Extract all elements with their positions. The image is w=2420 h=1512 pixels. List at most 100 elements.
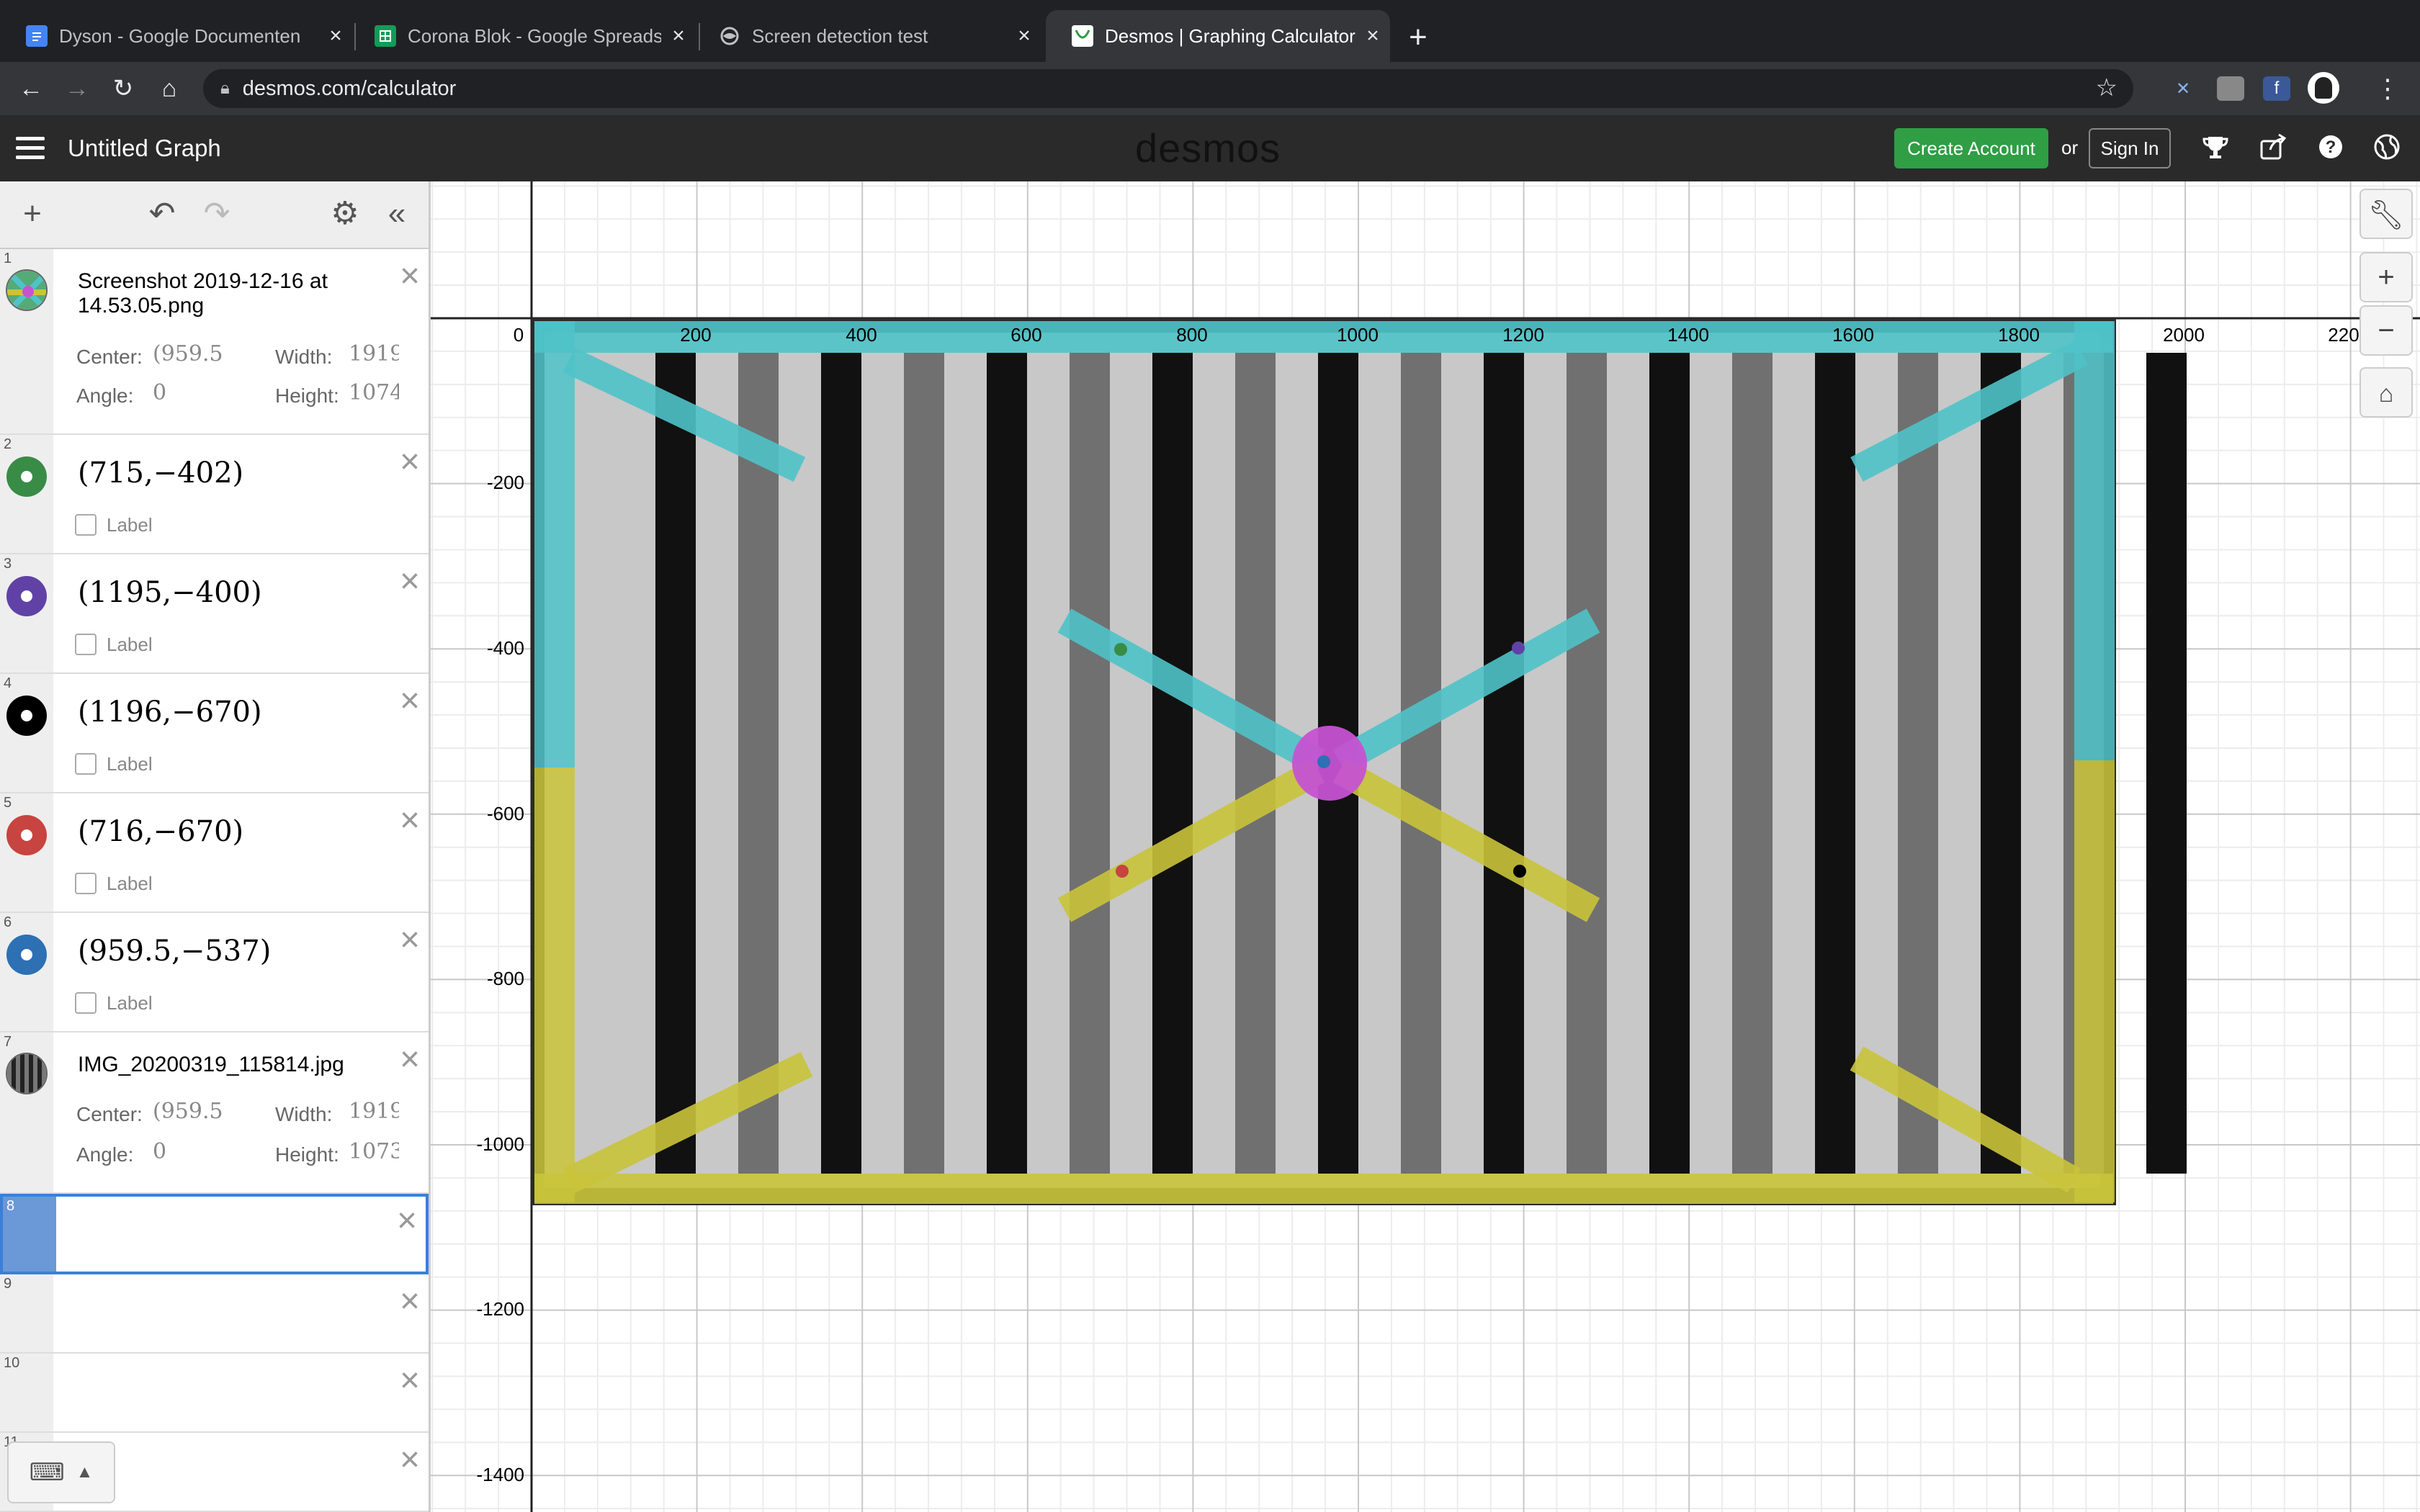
expression-input-9[interactable]: 9 × bbox=[0, 1274, 429, 1354]
delete-expression-icon[interactable]: × bbox=[400, 1443, 420, 1477]
bookmark-star-icon[interactable]: ☆ bbox=[2096, 73, 2118, 102]
point-716-neg670[interactable] bbox=[1116, 865, 1129, 878]
extension-card-icon[interactable] bbox=[2217, 76, 2244, 101]
tab-screen-detection[interactable]: Screen detection test × bbox=[693, 10, 1041, 62]
label-checkbox[interactable] bbox=[75, 873, 97, 894]
tab-corona-blok[interactable]: Corona Blok - Google Spreadsheets × bbox=[349, 10, 696, 62]
expression-point-4[interactable]: 4 (1196,−670) Label × bbox=[0, 674, 429, 793]
delete-expression-icon[interactable]: × bbox=[400, 1284, 420, 1319]
lock-icon: 🔒︎ bbox=[220, 78, 230, 98]
home-icon[interactable]: ⌂ bbox=[151, 71, 187, 107]
expression-point-3[interactable]: 3 (1195,−400) Label × bbox=[0, 554, 429, 674]
center-value[interactable]: (959.5,−537) bbox=[153, 1099, 222, 1124]
point-color-icon[interactable] bbox=[6, 576, 47, 616]
close-icon[interactable]: × bbox=[318, 24, 353, 48]
width-value[interactable]: 1919 bbox=[349, 341, 399, 366]
angle-value[interactable]: 0 bbox=[153, 380, 166, 405]
expression-number: 3 bbox=[4, 556, 12, 572]
point-latex[interactable]: (715,−402) bbox=[78, 456, 243, 490]
close-icon[interactable]: × bbox=[661, 24, 696, 48]
add-expression-icon[interactable]: + bbox=[13, 196, 52, 232]
settings-gear-icon[interactable]: ⚙ bbox=[326, 196, 364, 232]
globe-language-icon[interactable] bbox=[2371, 132, 2403, 164]
delete-expression-icon[interactable]: × bbox=[400, 923, 420, 958]
tab-dyson[interactable]: Dyson - Google Documenten × bbox=[0, 10, 353, 62]
graph-svg[interactable]: 0 200 400 600 800 1000 1200 1400 1600 18… bbox=[431, 181, 2420, 1512]
image-thumbnail-icon[interactable] bbox=[6, 1053, 48, 1094]
zoom-in-button[interactable]: + bbox=[2360, 252, 2413, 302]
chrome-menu-icon[interactable]: ⋮ bbox=[2370, 71, 2406, 107]
overlay-image-test-pattern[interactable] bbox=[532, 318, 2187, 1205]
zoom-out-button[interactable]: − bbox=[2360, 305, 2413, 356]
address-bar[interactable]: 🔒︎ desmos.com/calculator ☆ bbox=[203, 69, 2133, 108]
width-value[interactable]: 1919 bbox=[349, 1099, 399, 1124]
desmos-icon bbox=[1072, 25, 1093, 47]
point-color-icon[interactable] bbox=[6, 456, 47, 497]
new-tab-button[interactable]: + bbox=[1409, 17, 1428, 58]
label-checkbox[interactable] bbox=[75, 753, 97, 775]
height-value[interactable]: 1073 bbox=[349, 1139, 399, 1164]
delete-expression-icon[interactable]: × bbox=[400, 1043, 420, 1077]
angle-value[interactable]: 0 bbox=[153, 1139, 166, 1164]
label-text: Label bbox=[107, 992, 153, 1014]
point-959-neg537[interactable] bbox=[1317, 755, 1330, 768]
collapse-list-icon[interactable]: « bbox=[377, 196, 416, 232]
trophy-icon[interactable] bbox=[2200, 132, 2231, 164]
graph-settings-wrench-icon[interactable]: 🔧︎ bbox=[2360, 189, 2413, 239]
delete-expression-icon[interactable]: × bbox=[400, 564, 420, 599]
x-tick-label: 600 bbox=[1010, 324, 1041, 346]
point-1196-neg670[interactable] bbox=[1513, 865, 1526, 878]
expression-image-1[interactable]: 1 Screenshot 2019-12-16 at 14.53.05.png … bbox=[0, 249, 429, 435]
expression-input-8[interactable]: 8 × bbox=[0, 1194, 429, 1274]
point-color-icon[interactable] bbox=[6, 815, 47, 855]
share-icon[interactable] bbox=[2257, 132, 2289, 164]
sign-in-button[interactable]: Sign In bbox=[2089, 128, 2171, 168]
back-arrow-icon[interactable]: ← bbox=[13, 71, 49, 107]
delete-expression-icon[interactable]: × bbox=[400, 1364, 420, 1398]
label-checkbox[interactable] bbox=[75, 634, 97, 655]
image-stripe bbox=[1484, 353, 1524, 1174]
image-stripe bbox=[1981, 353, 2021, 1174]
extension-x-icon[interactable]: ✕ bbox=[2169, 76, 2197, 101]
keypad-toggle-button[interactable]: ⌨ ▲ bbox=[7, 1441, 115, 1503]
point-1195-neg400[interactable] bbox=[1512, 642, 1525, 654]
redo-icon[interactable]: ↷ bbox=[197, 196, 236, 232]
undo-icon[interactable]: ↶ bbox=[143, 196, 182, 232]
point-latex[interactable]: (716,−670) bbox=[78, 815, 243, 848]
height-value[interactable]: 1074 bbox=[349, 380, 399, 405]
facebook-icon[interactable]: f bbox=[2263, 76, 2290, 101]
delete-expression-icon[interactable]: × bbox=[400, 445, 420, 480]
forward-arrow-icon[interactable]: → bbox=[59, 71, 95, 107]
point-715-neg402[interactable] bbox=[1114, 643, 1127, 656]
point-latex[interactable]: (1195,−400) bbox=[78, 576, 262, 609]
create-account-button[interactable]: Create Account bbox=[1894, 128, 2048, 168]
expression-number: 9 bbox=[4, 1276, 12, 1292]
graph-title[interactable]: Untitled Graph bbox=[68, 131, 221, 166]
delete-expression-icon[interactable]: × bbox=[397, 1204, 417, 1238]
delete-expression-icon[interactable]: × bbox=[400, 684, 420, 719]
expression-image-7[interactable]: 7 IMG_20200319_115814.jpg Center: (959.5… bbox=[0, 1032, 429, 1194]
point-color-icon[interactable] bbox=[6, 696, 47, 736]
close-icon[interactable]: × bbox=[1007, 24, 1041, 48]
hamburger-menu-icon[interactable] bbox=[16, 132, 45, 164]
point-color-icon[interactable] bbox=[6, 935, 47, 975]
delete-expression-icon[interactable]: × bbox=[400, 804, 420, 838]
point-latex[interactable]: (959.5,−537) bbox=[78, 935, 271, 968]
tab-desmos[interactable]: Desmos | Graphing Calculator × bbox=[1046, 10, 1390, 62]
image-thumbnail-icon[interactable] bbox=[6, 269, 48, 311]
close-icon[interactable]: × bbox=[1355, 24, 1390, 48]
center-value[interactable]: (959.5,−537) bbox=[153, 341, 222, 366]
label-checkbox[interactable] bbox=[75, 992, 97, 1014]
profile-avatar[interactable] bbox=[2308, 72, 2339, 104]
graph-paper[interactable]: 0 200 400 600 800 1000 1200 1400 1600 18… bbox=[431, 181, 2420, 1512]
help-icon[interactable]: ? bbox=[2315, 132, 2347, 164]
default-viewport-home-icon[interactable]: ⌂ bbox=[2360, 367, 2413, 418]
expression-point-2[interactable]: 2 (715,−402) Label × bbox=[0, 435, 429, 554]
delete-expression-icon[interactable]: × bbox=[400, 259, 420, 294]
expression-input-10[interactable]: 10 × bbox=[0, 1354, 429, 1433]
label-checkbox[interactable] bbox=[75, 514, 97, 536]
expression-point-6[interactable]: 6 (959.5,−537) Label × bbox=[0, 913, 429, 1032]
point-latex[interactable]: (1196,−670) bbox=[78, 696, 262, 729]
expression-point-5[interactable]: 5 (716,−670) Label × bbox=[0, 793, 429, 913]
reload-icon[interactable]: ↻ bbox=[105, 71, 141, 107]
